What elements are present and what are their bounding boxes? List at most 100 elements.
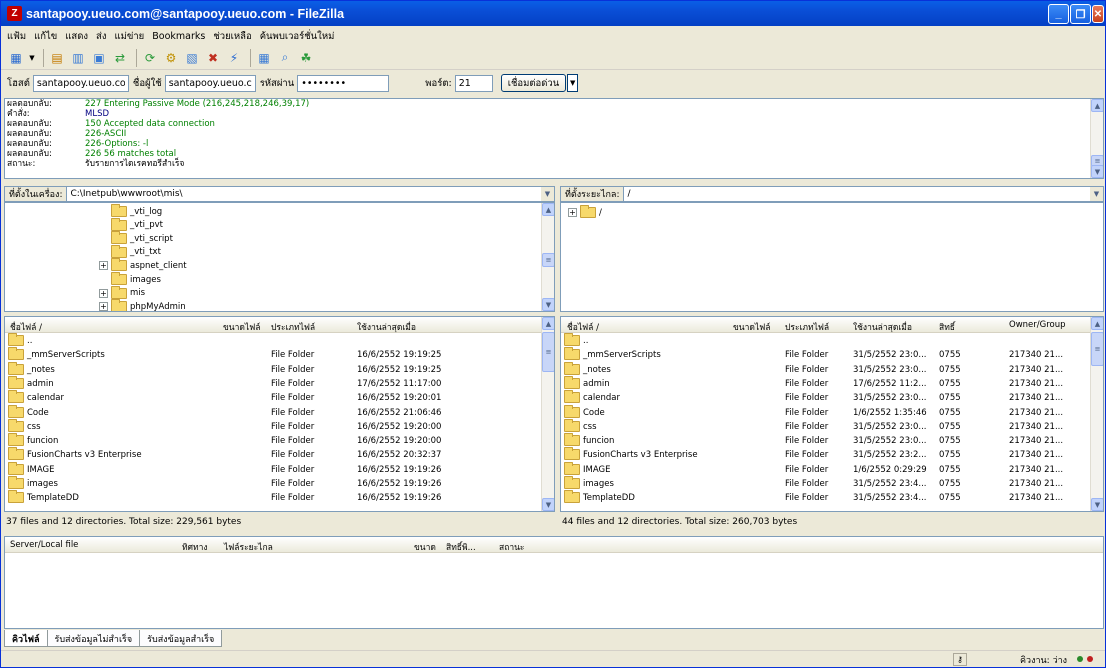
file-row[interactable]: images File Folder 16/6/2552 19:19:26 [5, 476, 554, 491]
toggle-local-tree-icon[interactable]: ▥ [69, 49, 87, 67]
quickconnect-button[interactable]: เชื่อมต่อด่วน [500, 74, 567, 92]
col-filesize[interactable]: ขนาดไฟล์ [223, 320, 260, 334]
menu-bookmarks[interactable]: Bookmarks [152, 31, 205, 42]
tree-item[interactable]: _vti_pvt [99, 217, 163, 232]
file-row[interactable]: _notes File Folder 31/5/2552 23:0... 0755 21… [561, 361, 1103, 377]
reconnect-icon[interactable]: ⚡ [225, 49, 243, 67]
col-modified[interactable]: ใช้งานล่าสุดเมื่อ [357, 320, 416, 334]
scroll-thumb[interactable]: ≡ [542, 253, 554, 267]
scroll-up-icon[interactable]: ▲ [1091, 99, 1103, 112]
tab-failed-transfers[interactable]: รับส่งข้อมูลไม่สำเร็จ [46, 630, 141, 647]
remote-tree[interactable]: + / [560, 202, 1104, 312]
filter-icon[interactable]: ☘ [297, 49, 315, 67]
dropdown-arrow-icon[interactable]: ▼ [28, 49, 36, 67]
tree-item[interactable]: _vti_log [99, 204, 162, 218]
close-button[interactable]: ✕ [1092, 5, 1104, 23]
refresh-icon[interactable]: ⟳ [141, 49, 159, 67]
col-size[interactable]: ขนาด [414, 540, 436, 554]
file-row[interactable]: TemplateDD File Folder 31/5/2552 23:4... 07… [561, 490, 1103, 505]
tree-item[interactable]: + mis [99, 285, 145, 300]
port-input[interactable] [454, 74, 493, 92]
local-list-scrollbar[interactable]: ▲ ≡ ▼ [541, 317, 554, 511]
expand-icon[interactable]: + [99, 288, 108, 298]
file-row[interactable]: Code File Folder 1/6/2552 1:35:46 0755 21734… [561, 404, 1103, 420]
file-row[interactable]: images File Folder 31/5/2552 23:4... 0755 21… [561, 476, 1103, 491]
message-log[interactable]: ผลตอบกลับ: 227 Entering Passive Mode (216… [4, 98, 1104, 179]
menu-file[interactable]: แฟ้ม [7, 29, 26, 44]
scroll-down-icon[interactable]: ▼ [1091, 498, 1103, 511]
menu-edit[interactable]: แก้ไข [34, 29, 57, 44]
local-tree[interactable]: _vti_log _vti_pvt _vti_script _vti_txt + aspn… [4, 202, 555, 312]
file-row[interactable]: _mmServerScripts File Folder 31/5/2552 23:… [561, 347, 1103, 362]
file-row[interactable]: FusionCharts v3 Enterprise File Folder 31/… [561, 447, 1103, 462]
col-server-local-file[interactable]: Server/Local file [10, 540, 78, 550]
menu-help[interactable]: ช่วยเหลือ [213, 29, 251, 44]
quickconnect-dropdown[interactable]: ▼ [567, 74, 579, 92]
remote-path-input[interactable]: / [623, 187, 1090, 201]
tree-item[interactable]: _vti_txt [99, 244, 161, 259]
process-queue-icon[interactable]: ⚙ [162, 49, 180, 67]
menu-server[interactable]: แม่ข่าย [114, 29, 144, 44]
log-scrollbar[interactable]: ▲ ≡ ▼ [1090, 99, 1103, 178]
scroll-down-icon[interactable]: ▼ [542, 298, 554, 311]
file-row[interactable]: TemplateDD File Folder 16/6/2552 19:19:26 [5, 490, 554, 505]
local-file-list[interactable]: ชื่อไฟล์ / ขนาดไฟล์ ประเภทไฟล์ ใช้งานล่า… [4, 316, 555, 512]
menu-new-version[interactable]: ค้นพบเวอร์ชั่นใหม่ [260, 29, 335, 44]
file-row[interactable]: css File Folder 31/5/2552 23:0... 0755 21734… [561, 418, 1103, 434]
disconnect-icon[interactable]: ✖ [204, 49, 222, 67]
tab-queued-files[interactable]: คิวไฟล์ [4, 630, 48, 647]
password-input[interactable] [297, 74, 390, 92]
expand-icon[interactable]: + [99, 261, 108, 271]
col-remote-file[interactable]: ไฟล์ระยะไกล [224, 540, 273, 554]
chevron-down-icon[interactable]: ▼ [541, 187, 554, 201]
file-row[interactable]: FusionCharts v3 Enterprise File Folder 16/… [5, 447, 554, 462]
site-manager-icon[interactable]: ▦ [7, 49, 25, 67]
host-input[interactable] [32, 74, 129, 92]
file-row[interactable]: funcion File Folder 16/6/2552 19:20:00 [5, 433, 554, 448]
tree-item[interactable]: _vti_script [99, 231, 173, 245]
local-tree-scrollbar[interactable]: ▲ ≡ ▼ [541, 203, 554, 311]
minimize-button[interactable]: _ [1048, 4, 1069, 24]
file-row[interactable]: admin File Folder 17/6/2552 11:17:00 [5, 375, 554, 391]
col-status[interactable]: สถานะ [499, 540, 524, 554]
tree-item[interactable]: + / [568, 205, 602, 219]
scroll-thumb[interactable]: ≡ [1091, 332, 1103, 366]
search-icon[interactable]: ⌕ [276, 49, 294, 67]
remote-list-scrollbar[interactable]: ▲ ≡ ▼ [1090, 317, 1103, 511]
remote-file-list[interactable]: ชื่อไฟล์ / ขนาดไฟล์ ประเภทไฟล์ ใช้งานล่า… [560, 316, 1104, 512]
file-row[interactable]: Code File Folder 16/6/2552 21:06:46 [5, 404, 554, 420]
transfer-queue[interactable]: Server/Local file ทิศทาง ไฟล์ระยะไกล ขนา… [4, 536, 1104, 629]
file-row[interactable]: .. [5, 333, 554, 348]
file-row[interactable]: calendar File Folder 16/6/2552 19:20:01 [5, 390, 554, 405]
cancel-icon[interactable]: ▧ [183, 49, 201, 67]
col-permissions[interactable]: สิทธิ์ [939, 320, 955, 334]
file-row[interactable]: funcion File Folder 31/5/2552 23:0... 0755 2… [561, 433, 1103, 448]
file-row[interactable]: calendar File Folder 31/5/2552 23:0... 0755… [561, 390, 1103, 405]
col-direction[interactable]: ทิศทาง [182, 540, 208, 554]
menu-transfer[interactable]: ส่ง [96, 29, 106, 44]
col-filetype[interactable]: ประเภทไฟล์ [785, 320, 829, 334]
scroll-up-icon[interactable]: ▲ [1091, 317, 1103, 330]
col-filesize[interactable]: ขนาดไฟล์ [733, 320, 770, 334]
expand-icon[interactable]: + [568, 208, 577, 217]
col-filetype[interactable]: ประเภทไฟล์ [271, 320, 315, 334]
directory-compare-icon[interactable]: ▦ [255, 49, 273, 67]
file-row[interactable]: IMAGE File Folder 16/6/2552 19:19:26 [5, 461, 554, 477]
scroll-up-icon[interactable]: ▲ [542, 203, 554, 216]
file-row[interactable]: .. [561, 333, 1103, 348]
tree-item[interactable]: images [99, 272, 161, 286]
toggle-queue-icon[interactable]: ⇄ [111, 49, 129, 67]
maximize-button[interactable]: ❐ [1070, 4, 1091, 24]
file-row[interactable]: _mmServerScripts File Folder 16/6/2552 19:… [5, 347, 554, 362]
col-filename[interactable]: ชื่อไฟล์ / [10, 320, 42, 334]
file-row[interactable]: admin File Folder 17/6/2552 11:2... 0755 217… [561, 375, 1103, 391]
file-row[interactable]: css File Folder 16/6/2552 19:20:00 [5, 418, 554, 434]
col-modified[interactable]: ใช้งานล่าสุดเมื่อ [853, 320, 912, 334]
tree-item[interactable]: + aspnet_client [99, 258, 187, 272]
toggle-log-icon[interactable]: ▤ [48, 49, 66, 67]
col-priority[interactable]: สิทธิ์พิ... [446, 540, 476, 554]
file-row[interactable]: IMAGE File Folder 1/6/2552 0:29:29 0755 2173… [561, 461, 1103, 477]
username-input[interactable] [164, 74, 256, 92]
scroll-down-icon[interactable]: ▼ [542, 498, 554, 511]
menu-view[interactable]: แสดง [65, 29, 88, 44]
